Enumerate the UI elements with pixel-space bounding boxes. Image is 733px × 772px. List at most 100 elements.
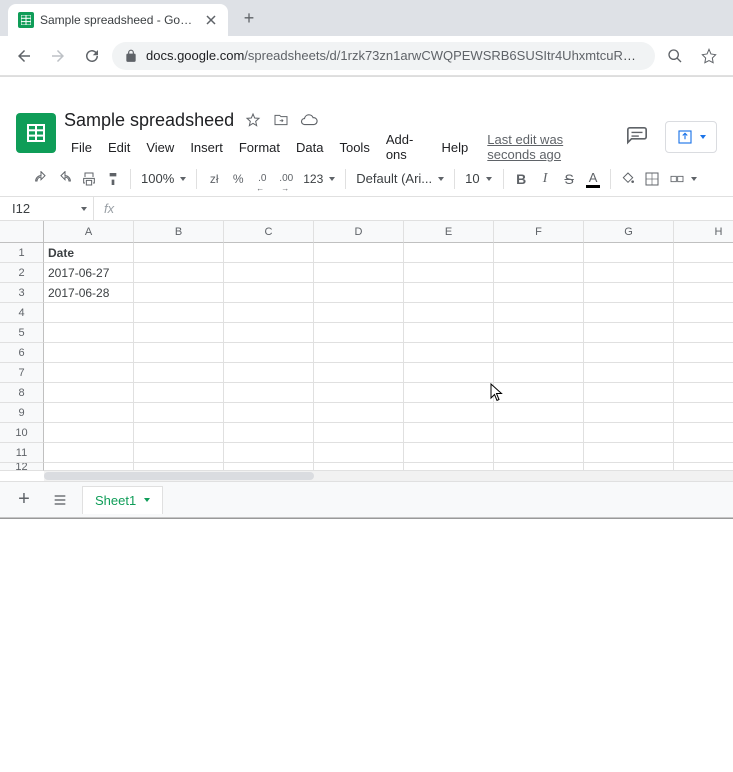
move-icon[interactable] bbox=[272, 111, 290, 129]
cell[interactable] bbox=[314, 383, 404, 403]
cell[interactable] bbox=[314, 363, 404, 383]
cell[interactable] bbox=[674, 423, 733, 443]
horizontal-scrollbar[interactable] bbox=[44, 471, 733, 481]
cell[interactable] bbox=[224, 243, 314, 263]
cell[interactable] bbox=[674, 463, 733, 471]
cell[interactable] bbox=[44, 303, 134, 323]
select-all-corner[interactable] bbox=[0, 221, 44, 243]
cell[interactable] bbox=[404, 323, 494, 343]
formula-input[interactable] bbox=[124, 197, 733, 220]
font-combo[interactable]: Default (Ari... bbox=[352, 167, 448, 191]
address-bar[interactable]: docs.google.com/spreadsheets/d/1rzk73zn1… bbox=[112, 42, 655, 70]
cell[interactable] bbox=[404, 463, 494, 471]
cell[interactable] bbox=[314, 443, 404, 463]
row-header[interactable]: 9 bbox=[0, 403, 44, 423]
bold-button[interactable]: B bbox=[510, 167, 532, 191]
comments-button[interactable] bbox=[621, 121, 653, 153]
zoom-icon[interactable] bbox=[661, 42, 689, 70]
cell[interactable] bbox=[494, 263, 584, 283]
row-header[interactable]: 3 bbox=[0, 283, 44, 303]
cell[interactable] bbox=[584, 243, 674, 263]
cell[interactable] bbox=[44, 443, 134, 463]
cell[interactable] bbox=[584, 263, 674, 283]
cell[interactable] bbox=[314, 423, 404, 443]
cloud-icon[interactable] bbox=[300, 111, 318, 129]
currency-button[interactable]: zł bbox=[203, 167, 225, 191]
row-header[interactable]: 10 bbox=[0, 423, 44, 443]
cell[interactable] bbox=[314, 303, 404, 323]
cell[interactable] bbox=[134, 423, 224, 443]
menu-add-ons[interactable]: Add-ons bbox=[379, 129, 433, 165]
cell[interactable] bbox=[134, 443, 224, 463]
cell[interactable] bbox=[674, 383, 733, 403]
increase-decimal-button[interactable]: .00→ bbox=[275, 167, 297, 191]
cell[interactable] bbox=[584, 383, 674, 403]
cell[interactable] bbox=[314, 243, 404, 263]
font-size-combo[interactable]: 10 bbox=[461, 167, 497, 191]
cell[interactable] bbox=[584, 283, 674, 303]
cell[interactable] bbox=[584, 323, 674, 343]
cell[interactable] bbox=[134, 303, 224, 323]
cell[interactable] bbox=[674, 283, 733, 303]
cell[interactable] bbox=[224, 303, 314, 323]
row-header[interactable]: 12 bbox=[0, 463, 44, 471]
menu-help[interactable]: Help bbox=[435, 137, 476, 158]
cell[interactable] bbox=[584, 443, 674, 463]
cell[interactable] bbox=[674, 403, 733, 423]
cell[interactable]: 2017-06-27 bbox=[44, 263, 134, 283]
cell[interactable] bbox=[314, 343, 404, 363]
percent-button[interactable]: % bbox=[227, 167, 249, 191]
row-header[interactable]: 11 bbox=[0, 443, 44, 463]
menu-view[interactable]: View bbox=[139, 137, 181, 158]
fill-color-button[interactable] bbox=[617, 167, 639, 191]
new-tab-button[interactable]: + bbox=[234, 3, 264, 33]
add-sheet-button[interactable]: + bbox=[10, 486, 38, 514]
text-color-button[interactable]: A bbox=[582, 167, 604, 191]
cell[interactable] bbox=[404, 343, 494, 363]
column-header[interactable]: C bbox=[224, 221, 314, 243]
row-header[interactable]: 2 bbox=[0, 263, 44, 283]
cell[interactable] bbox=[224, 403, 314, 423]
cell[interactable] bbox=[134, 363, 224, 383]
cell[interactable] bbox=[44, 403, 134, 423]
cell[interactable] bbox=[404, 383, 494, 403]
cell[interactable] bbox=[224, 283, 314, 303]
cell[interactable] bbox=[494, 283, 584, 303]
cell[interactable] bbox=[224, 443, 314, 463]
decrease-decimal-button[interactable]: .0← bbox=[251, 167, 273, 191]
row-header[interactable]: 6 bbox=[0, 343, 44, 363]
column-header[interactable]: G bbox=[584, 221, 674, 243]
cell[interactable] bbox=[674, 303, 733, 323]
share-button[interactable] bbox=[665, 121, 717, 153]
reload-button[interactable] bbox=[78, 42, 106, 70]
menu-data[interactable]: Data bbox=[289, 137, 330, 158]
cell[interactable] bbox=[494, 343, 584, 363]
column-header[interactable]: A bbox=[44, 221, 134, 243]
italic-button[interactable]: I bbox=[534, 167, 556, 191]
cell[interactable] bbox=[584, 343, 674, 363]
cell[interactable] bbox=[404, 443, 494, 463]
column-header[interactable]: D bbox=[314, 221, 404, 243]
cell[interactable] bbox=[44, 383, 134, 403]
cell[interactable] bbox=[404, 423, 494, 443]
column-header[interactable]: F bbox=[494, 221, 584, 243]
row-header[interactable]: 8 bbox=[0, 383, 44, 403]
cell[interactable] bbox=[44, 463, 134, 471]
cell[interactable] bbox=[674, 343, 733, 363]
zoom-combo[interactable]: 100% bbox=[137, 167, 190, 191]
cell[interactable] bbox=[224, 263, 314, 283]
cell[interactable] bbox=[134, 323, 224, 343]
cell[interactable] bbox=[494, 243, 584, 263]
cell[interactable] bbox=[134, 343, 224, 363]
print-button[interactable] bbox=[78, 167, 100, 191]
strikethrough-button[interactable]: S bbox=[558, 167, 580, 191]
last-edit-link[interactable]: Last edit was seconds ago bbox=[487, 132, 613, 162]
star-icon[interactable] bbox=[695, 42, 723, 70]
cell[interactable] bbox=[134, 243, 224, 263]
name-box[interactable]: I12 bbox=[0, 197, 94, 220]
cell[interactable] bbox=[674, 443, 733, 463]
undo-button[interactable] bbox=[30, 167, 52, 191]
cell[interactable] bbox=[404, 363, 494, 383]
cell[interactable] bbox=[224, 363, 314, 383]
borders-button[interactable] bbox=[641, 167, 663, 191]
